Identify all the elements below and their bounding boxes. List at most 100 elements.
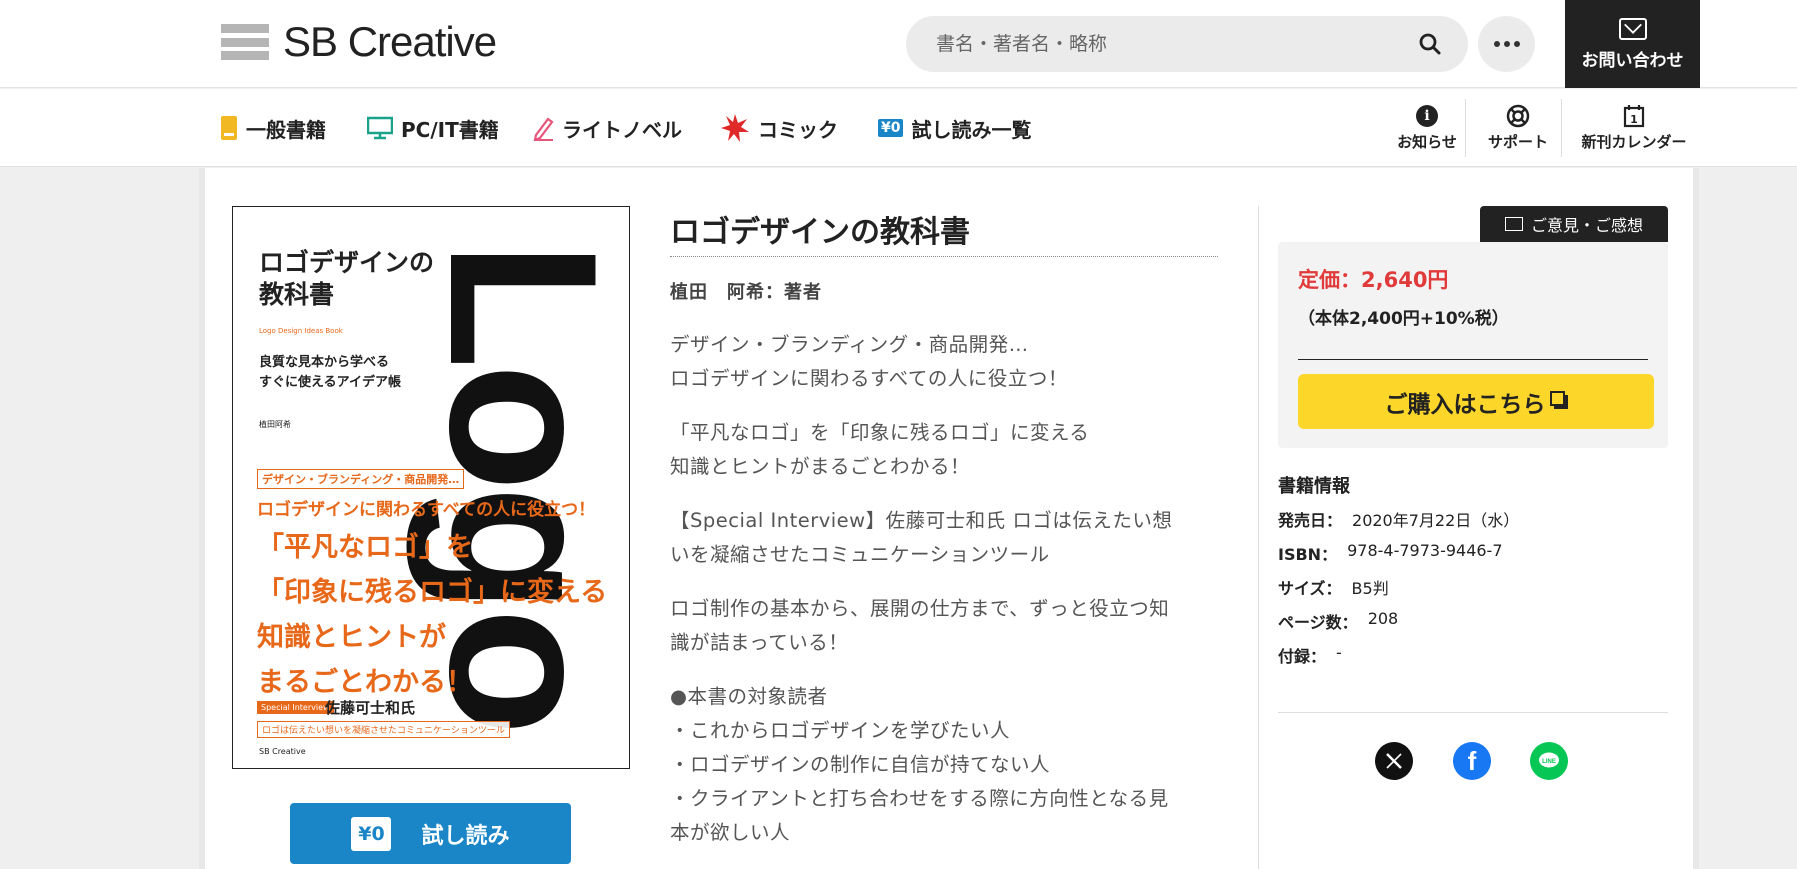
info-value: 2020年7月22日（水） [1352,511,1520,530]
book-title: ロゴデザインの教科書 [670,215,970,250]
desc-line: デザイン・ブランディング・商品開発… [670,333,1029,356]
desc-target-readers: ●本書の対象読者 ・これからロゴデザインを学びたい人 ・ロゴデザインの制作に自信… [670,680,1220,850]
nav-label: コミック [758,117,838,142]
desc-line: 本が欲しい人 [670,821,791,844]
buy-label: ご購入はこちら [1384,391,1546,418]
cover-title-line2: 教科書 [259,280,335,309]
desc-paragraph: デザイン・ブランディング・商品開発… ロゴデザインに関わるすべての人に役立つ！ [670,328,1220,396]
nav-item-light-novel[interactable]: ライトノベル [532,113,682,143]
info-pages: ページ数： 208 [1278,609,1398,633]
cover-subtitle-en: Logo Design Ideas Book [259,327,343,335]
mail-icon [1618,17,1647,40]
search-icon[interactable] [1418,32,1442,56]
price-breakdown: （本体2,400円+10%税） [1298,309,1509,329]
feedback-button[interactable]: ご意見・ご感想 [1480,206,1668,242]
site-header: SB Creative お問い合わせ [0,0,1797,88]
cover-tagline2: すぐに使えるアイデア帳 [259,375,401,390]
desc-line: 知識とヒントがまるごとわかる！ [670,455,971,478]
cover-copy1: デザイン・ブランディング・商品開発… [257,469,465,489]
x-icon[interactable] [1375,742,1413,780]
column-divider [1258,206,1259,869]
info-value: - [1336,643,1342,662]
info-value: 208 [1367,609,1399,628]
pencil-icon [533,117,554,141]
nav-label: 試し読み一覧 [911,117,1032,142]
cover-copy3d: まるごとわかる！ [257,667,473,698]
trial-read-label: 試し読み [421,823,510,849]
cover-interview-name: 佐藤可士和氏 [325,699,416,717]
info-key: 付録： [1278,647,1327,666]
info-key: ISBN： [1278,545,1338,564]
yen-zero-icon: ¥0 [351,816,392,851]
cover-author: 植田阿希 [259,420,291,429]
contact-button[interactable]: お問い合わせ [1565,0,1700,88]
feedback-label: ご意見・ご感想 [1530,216,1643,235]
nav-calendar[interactable]: 1 新刊カレンダー [1570,89,1698,167]
cover-copy3c: 知識とヒントが [257,622,446,653]
comment-icon [1504,217,1523,231]
external-link-icon [1549,390,1568,409]
yen-zero-icon: ¥0 [878,119,904,137]
desc-paragraph: ロゴ制作の基本から、展開の仕方まで、ずっと役立つ知 識が詰まっている！ [670,592,1220,660]
title-divider [670,256,1218,257]
book-description: デザイン・ブランディング・商品開発… ロゴデザインに関わるすべての人に役立つ！ … [670,328,1220,869]
desc-paragraph: 「平凡なロゴ」を「印象に残るロゴ」に変える 知識とヒントがまるごとわかる！ [670,416,1220,484]
nav-label: PC/IT書籍 [401,117,499,142]
logo-bars-icon [221,24,269,60]
info-appendix: 付録： - [1278,643,1342,667]
nav-label: 一般書籍 [246,117,326,142]
logo-text: SB Creative [283,18,497,65]
cover-interview-badge: Special Interview [257,701,334,714]
nav-support[interactable]: サポート [1474,89,1562,167]
trial-read-button[interactable]: ¥0 試し読み [290,803,571,864]
site-logo[interactable]: SB Creative [221,18,497,65]
nav-label: ライトノベル [562,117,682,142]
info-key: ページ数： [1278,613,1358,632]
cover-tagline: 良質な見本から学べる すぐに使えるアイデア帳 [259,353,401,393]
info-divider [1278,712,1668,713]
book-cover-image[interactable]: Logo ロゴデザインの 教科書 Logo Design Ideas Book … [232,206,630,769]
book-author[interactable]: 植田 阿希：著者 [670,278,822,304]
price: 定価：2,640円 [1298,268,1449,292]
desc-line: 識が詰まっている！ [670,631,849,654]
svg-text:1: 1 [1630,113,1638,126]
line-icon[interactable]: LINE [1530,742,1568,780]
book-info-heading: 書籍情報 [1278,476,1350,497]
nav-item-comic[interactable]: コミック [720,113,838,143]
desc-line: 【Special Interview】佐藤可士和氏 ロゴは伝えたい想 [670,509,1173,532]
nav-item-trial-list[interactable]: ¥0 試し読み一覧 [878,113,1031,143]
cover-interview-sub: ロゴは伝えたい想いを凝縮させたコミュニケーションツール [257,721,510,738]
facebook-icon[interactable]: f [1453,742,1491,780]
nav-item-general-books[interactable]: 一般書籍 [220,113,326,143]
cover-title-line1: ロゴデザインの [259,248,435,277]
monitor-icon [367,116,393,140]
info-key: サイズ： [1278,579,1342,598]
nav-item-pc-it[interactable]: PC/IT書籍 [367,113,499,143]
buy-button[interactable]: ご購入はこちら [1298,374,1654,429]
desc-line: いを凝縮させたコミュニケーションツール [670,543,1050,566]
info-isbn: ISBN： 978-4-7973-9446-7 [1278,541,1503,565]
cover-copy3: 「平凡なロゴ」を 「印象に残るロゴ」に変える 知識とヒントが まるごとわかる！ [257,525,607,705]
cover-orange-copy: デザイン・ブランディング・商品開発… ロゴデザインに関わるすべての人に役立つ！ … [257,469,607,749]
search-input[interactable] [936,33,1396,55]
svg-text:LINE: LINE [1542,759,1556,765]
nav-support-label: サポート [1487,133,1548,151]
nav-news[interactable]: i お知らせ [1388,89,1466,167]
lifebuoy-icon [1506,104,1530,128]
info-size: サイズ： B5判 [1278,575,1389,599]
contact-label: お問い合わせ [1581,50,1684,71]
category-nav: 一般書籍 PC/IT書籍 ライトノベル コミック ¥0 試し読み一覧 i お知ら… [0,89,1797,167]
price-box: 定価：2,640円 （本体2,400円+10%税） ご購入はこちら [1278,242,1668,448]
book-icon [221,116,237,140]
cover-tagline1: 良質な見本から学べる [259,355,390,370]
cover-copy2: ロゴデザインに関わるすべての人に役立つ！ [257,500,596,520]
more-menu-button[interactable] [1478,16,1535,72]
info-value: 978-4-7973-9446-7 [1347,541,1503,560]
nav-news-label: お知らせ [1397,132,1457,151]
desc-line: ・ロゴデザインの制作に自信が持てない人 [670,753,1051,776]
desc-line: ロゴ制作の基本から、展開の仕方まで、ずっと役立つ知 [670,597,1170,620]
search-box [906,16,1468,72]
cover-copy3a: 「平凡なロゴ」を [257,532,473,563]
desc-line: ・クライアントと打ち合わせをする際に方向性となる見 [670,787,1169,810]
burst-icon [721,114,749,142]
